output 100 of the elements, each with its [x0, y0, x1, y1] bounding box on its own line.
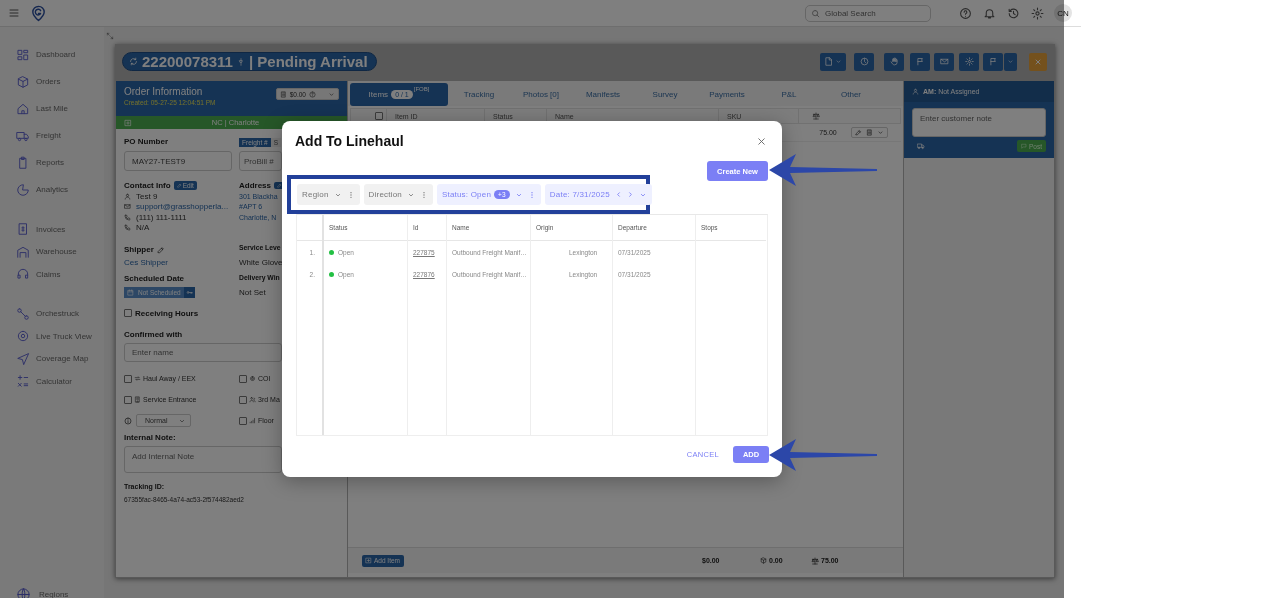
filter-chip[interactable]: Date: 7/31/2025 [544, 184, 652, 205]
checkbox[interactable] [239, 374, 247, 383]
building-icon [134, 396, 141, 403]
name-field[interactable]: Enter name [124, 343, 282, 362]
envelope-icon [124, 203, 131, 211]
tab[interactable]: P&L [758, 83, 820, 106]
edit-icon[interactable] [156, 245, 165, 254]
close-icon[interactable] [756, 135, 767, 147]
flag-icon [988, 57, 998, 66]
globe-icon [16, 586, 31, 598]
search-field[interactable]: Global Search [805, 4, 931, 22]
toolbar-button[interactable] [854, 52, 874, 71]
pie-chart-icon [16, 182, 30, 197]
plus-icon [365, 557, 372, 564]
bell-icon[interactable] [983, 6, 996, 20]
probill-field[interactable]: ProBill # [239, 151, 282, 171]
calculator-icon [279, 90, 287, 98]
edit-icon [855, 129, 862, 136]
phone-icon [124, 224, 131, 232]
checkbox[interactable] [375, 112, 383, 120]
history-icon[interactable] [1007, 6, 1020, 20]
swap-icon [134, 375, 141, 382]
nav-item[interactable]: Freight [0, 122, 104, 149]
tab[interactable]: Survey [634, 83, 696, 106]
help-icon[interactable] [959, 6, 972, 20]
pin-icon [236, 57, 245, 66]
toolbar-button[interactable] [820, 52, 846, 71]
nav-item[interactable]: Invoices [0, 218, 104, 241]
contact-text: N/A [136, 223, 150, 233]
caret-icon [328, 90, 335, 98]
checkbox[interactable] [124, 395, 132, 404]
row-actions[interactable] [851, 127, 888, 138]
help-icon [309, 90, 316, 98]
warehouse-icon [16, 244, 30, 259]
nav-item[interactable]: Reports [0, 149, 104, 176]
nav-item[interactable]: Calculator [0, 370, 104, 393]
hand-icon [889, 57, 899, 66]
filter-chip[interactable]: Direction [363, 184, 433, 205]
chevron-left-icon[interactable] [614, 191, 622, 198]
nodes-icon [16, 306, 30, 321]
document-icon [824, 57, 833, 66]
logo-icon[interactable] [30, 4, 47, 22]
field-label: Internal Note: [124, 433, 177, 443]
user-icon [912, 88, 919, 95]
checkbox[interactable] [239, 416, 247, 425]
calculator-icon [866, 129, 873, 136]
chat-icon [1021, 143, 1027, 149]
note-field[interactable]: Add Internal Note [124, 446, 282, 473]
toolbar-button[interactable] [884, 52, 904, 71]
target-icon [16, 329, 30, 344]
field-value: White Glove [239, 258, 283, 267]
filter-label: Status: Open [441, 190, 492, 199]
nav-item[interactable]: Analytics [0, 176, 104, 203]
nav-item[interactable]: Orchestruck [0, 302, 104, 325]
caret-icon [835, 58, 842, 65]
toolbar-button[interactable] [910, 52, 930, 71]
key-icon [185, 289, 193, 296]
filter-chip[interactable]: Region [297, 184, 360, 205]
settings-icon[interactable] [1031, 6, 1044, 20]
nav-item[interactable]: Warehouse [0, 240, 104, 263]
plus-icon [124, 118, 132, 127]
menu-icon[interactable] [8, 7, 20, 19]
nav-item[interactable]: Coverage Map [0, 347, 104, 370]
checkbox-label: Receiving Hours [135, 308, 199, 318]
chevron-right-icon[interactable] [626, 191, 634, 198]
caret-icon [1007, 58, 1014, 65]
scale-icon [811, 556, 819, 565]
phone-icon [124, 213, 131, 221]
customer-note-field[interactable]: Enter customer note [912, 108, 1046, 137]
tab[interactable]: Manifests [572, 83, 634, 106]
toolbar-button[interactable] [983, 52, 1003, 71]
checkbox[interactable] [124, 374, 132, 383]
toolbar-button[interactable] [1004, 52, 1017, 71]
headset-icon [16, 267, 30, 282]
shipper-link[interactable]: Ces Shipper [124, 258, 232, 267]
tab[interactable]: Payments [696, 83, 758, 106]
expand-icon[interactable] [106, 31, 114, 40]
calendar-icon [127, 289, 134, 296]
key-button[interactable] [183, 287, 195, 298]
tab[interactable]: Other [820, 83, 882, 106]
house-icon [16, 101, 30, 116]
filter-label: Direction [368, 190, 402, 199]
toolbar-button[interactable] [934, 52, 954, 71]
user-icon [124, 192, 131, 200]
scale-icon [812, 112, 820, 120]
email-link[interactable]: support@grasshopperla... [136, 202, 229, 212]
po-field[interactable]: MAY27-TEST9 [124, 151, 232, 171]
flag-icon [915, 57, 925, 66]
search-icon [811, 8, 820, 18]
checkbox[interactable] [239, 395, 247, 404]
calculator-icon [16, 374, 30, 389]
toolbar-button[interactable] [959, 52, 979, 71]
dialog-title: Add To Linehaul [295, 133, 404, 149]
settings-icon [964, 57, 974, 66]
field-label: Address [239, 180, 271, 190]
close-button[interactable] [1029, 52, 1047, 71]
tab[interactable]: Photos [0] [510, 83, 572, 106]
checkbox[interactable] [124, 309, 132, 317]
tab[interactable]: Tracking [448, 83, 510, 106]
filter-label: Date: 7/31/2025 [549, 190, 610, 199]
